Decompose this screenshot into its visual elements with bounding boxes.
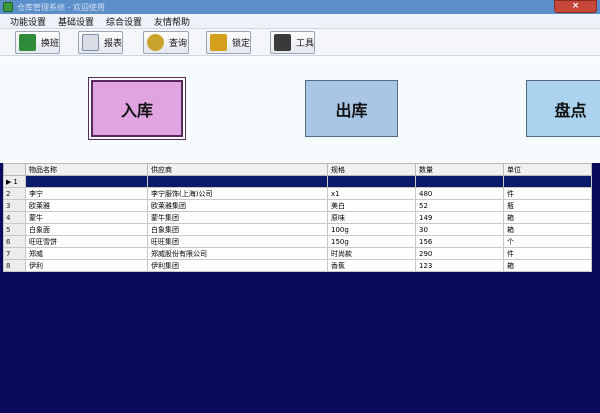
- calculator-icon: [274, 34, 291, 51]
- inventory-grid-area: 物品名称 供应商 规格 数量 单位 ▶ 1 2 李宁 李宁服饰(上海)公司 x1 480 件 3…: [0, 163, 600, 413]
- lock-icon: [210, 34, 227, 51]
- cell-name[interactable]: 李宁: [25, 187, 148, 200]
- cell-spec[interactable]: 150g: [327, 235, 416, 248]
- table-row[interactable]: 6 旺旺雪饼 旺旺集团 150g 156 个: [3, 235, 592, 248]
- cell-supplier[interactable]: [147, 175, 328, 188]
- cell-quantity[interactable]: [415, 175, 504, 188]
- row-number-label: 5: [6, 225, 11, 234]
- menu-function-settings[interactable]: 功能设置: [10, 15, 46, 28]
- cell-supplier[interactable]: 蒙牛集团: [147, 211, 328, 224]
- cell-supplier[interactable]: 李宁服饰(上海)公司: [147, 187, 328, 200]
- cell-quantity[interactable]: 149: [415, 211, 504, 224]
- cell-unit[interactable]: 箱: [503, 259, 592, 272]
- cell-unit[interactable]: 件: [503, 247, 592, 260]
- cell-unit[interactable]: 箱: [503, 211, 592, 224]
- row-number-label: 8: [6, 261, 11, 270]
- stock-out-button[interactable]: 出库: [305, 80, 398, 137]
- row-number-label: 2: [6, 189, 11, 198]
- cell-spec[interactable]: 香蕉: [327, 259, 416, 272]
- cell-quantity[interactable]: 480: [415, 187, 504, 200]
- cell-unit[interactable]: [503, 175, 592, 188]
- menu-help[interactable]: 友情帮助: [154, 15, 190, 28]
- cell-supplier[interactable]: 旺旺集团: [147, 235, 328, 248]
- row-number-label: 3: [6, 201, 11, 210]
- shift-change-button[interactable]: 换班: [15, 31, 60, 54]
- row-number-label: 7: [6, 249, 11, 258]
- column-header-unit[interactable]: 单位: [503, 163, 592, 176]
- cell-spec[interactable]: 美白: [327, 199, 416, 212]
- cell-spec[interactable]: 时尚款: [327, 247, 416, 260]
- inventory-table: 物品名称 供应商 规格 数量 单位 ▶ 1 2 李宁 李宁服饰(上海)公司 x1 480 件 3…: [3, 163, 592, 272]
- cell-name[interactable]: [25, 175, 148, 188]
- cell-quantity[interactable]: 52: [415, 199, 504, 212]
- query-button[interactable]: 查询: [143, 31, 189, 54]
- cell-name[interactable]: 旺旺雪饼: [25, 235, 148, 248]
- cell-name[interactable]: 伊利: [25, 259, 148, 272]
- search-icon: [147, 34, 164, 51]
- cell-quantity[interactable]: 123: [415, 259, 504, 272]
- cell-unit[interactable]: 箱: [503, 223, 592, 236]
- cell-quantity[interactable]: 156: [415, 235, 504, 248]
- cell-unit[interactable]: 件: [503, 187, 592, 200]
- cell-spec[interactable]: [327, 175, 416, 188]
- window-title: 仓库管理系统 - 欢迎使用: [17, 2, 105, 12]
- cell-spec[interactable]: 原味: [327, 211, 416, 224]
- table-header-row: 物品名称 供应商 规格 数量 单位: [3, 163, 592, 176]
- row-number-label: 1: [13, 177, 18, 186]
- cell-unit[interactable]: 个: [503, 235, 592, 248]
- current-row-marker: ▶: [6, 177, 12, 186]
- row-number-label: 6: [6, 237, 11, 246]
- user-switch-icon: [19, 34, 36, 51]
- table-row[interactable]: 3 欧莱雅 欧莱雅集团 美白 52 瓶: [3, 199, 592, 212]
- cell-name[interactable]: 白象面: [25, 223, 148, 236]
- row-number[interactable]: 6: [3, 235, 26, 248]
- cell-supplier[interactable]: 郑威股份有限公司: [147, 247, 328, 260]
- menu-basic-settings[interactable]: 基础设置: [58, 15, 94, 28]
- table-row[interactable]: 2 李宁 李宁服饰(上海)公司 x1 480 件: [3, 187, 592, 200]
- lock-button[interactable]: 锁定: [206, 31, 251, 54]
- cell-spec[interactable]: 100g: [327, 223, 416, 236]
- cell-supplier[interactable]: 欧莱雅集团: [147, 199, 328, 212]
- row-header-corner: [3, 163, 26, 176]
- action-panel: [0, 57, 600, 163]
- cell-supplier[interactable]: 伊利集团: [147, 259, 328, 272]
- table-row[interactable]: ▶ 1: [3, 175, 592, 188]
- cell-quantity[interactable]: 30: [415, 223, 504, 236]
- cell-name[interactable]: 蒙牛: [25, 211, 148, 224]
- row-number[interactable]: 4: [3, 211, 26, 224]
- toolbar: 换班 报表 查询 锁定 工具: [0, 29, 600, 56]
- column-header-quantity[interactable]: 数量: [415, 163, 504, 176]
- cell-quantity[interactable]: 290: [415, 247, 504, 260]
- app-icon: [3, 2, 13, 12]
- cell-name[interactable]: 郑威: [25, 247, 148, 260]
- row-number[interactable]: 5: [3, 223, 26, 236]
- column-header-spec[interactable]: 规格: [327, 163, 416, 176]
- row-number[interactable]: 7: [3, 247, 26, 260]
- stock-in-button[interactable]: 入库: [88, 77, 186, 140]
- row-number[interactable]: 3: [3, 199, 26, 212]
- row-number[interactable]: 8: [3, 259, 26, 272]
- stock-check-button[interactable]: 盘点: [526, 80, 600, 137]
- close-button[interactable]: ×: [554, 0, 597, 13]
- row-number[interactable]: ▶ 1: [3, 175, 26, 188]
- column-header-supplier[interactable]: 供应商: [147, 163, 328, 176]
- cell-unit[interactable]: 瓶: [503, 199, 592, 212]
- table-row[interactable]: 7 郑威 郑威股份有限公司 时尚款 290 件: [3, 247, 592, 260]
- title-bar: 仓库管理系统 - 欢迎使用 ×: [0, 0, 600, 14]
- table-row[interactable]: 5 白象面 白象集团 100g 30 箱: [3, 223, 592, 236]
- tools-button[interactable]: 工具: [270, 31, 315, 54]
- menu-bar: 功能设置 基础设置 综合设置 友情帮助: [0, 14, 600, 29]
- report-button[interactable]: 报表: [78, 31, 123, 54]
- table-row[interactable]: 8 伊利 伊利集团 香蕉 123 箱: [3, 259, 592, 272]
- menu-general-settings[interactable]: 综合设置: [106, 15, 142, 28]
- cell-spec[interactable]: x1: [327, 187, 416, 200]
- row-number-label: 4: [6, 213, 11, 222]
- cell-name[interactable]: 欧莱雅: [25, 199, 148, 212]
- column-header-name[interactable]: 物品名称: [25, 163, 148, 176]
- cell-supplier[interactable]: 白象集团: [147, 223, 328, 236]
- row-number[interactable]: 2: [3, 187, 26, 200]
- report-icon: [82, 34, 99, 51]
- table-row[interactable]: 4 蒙牛 蒙牛集团 原味 149 箱: [3, 211, 592, 224]
